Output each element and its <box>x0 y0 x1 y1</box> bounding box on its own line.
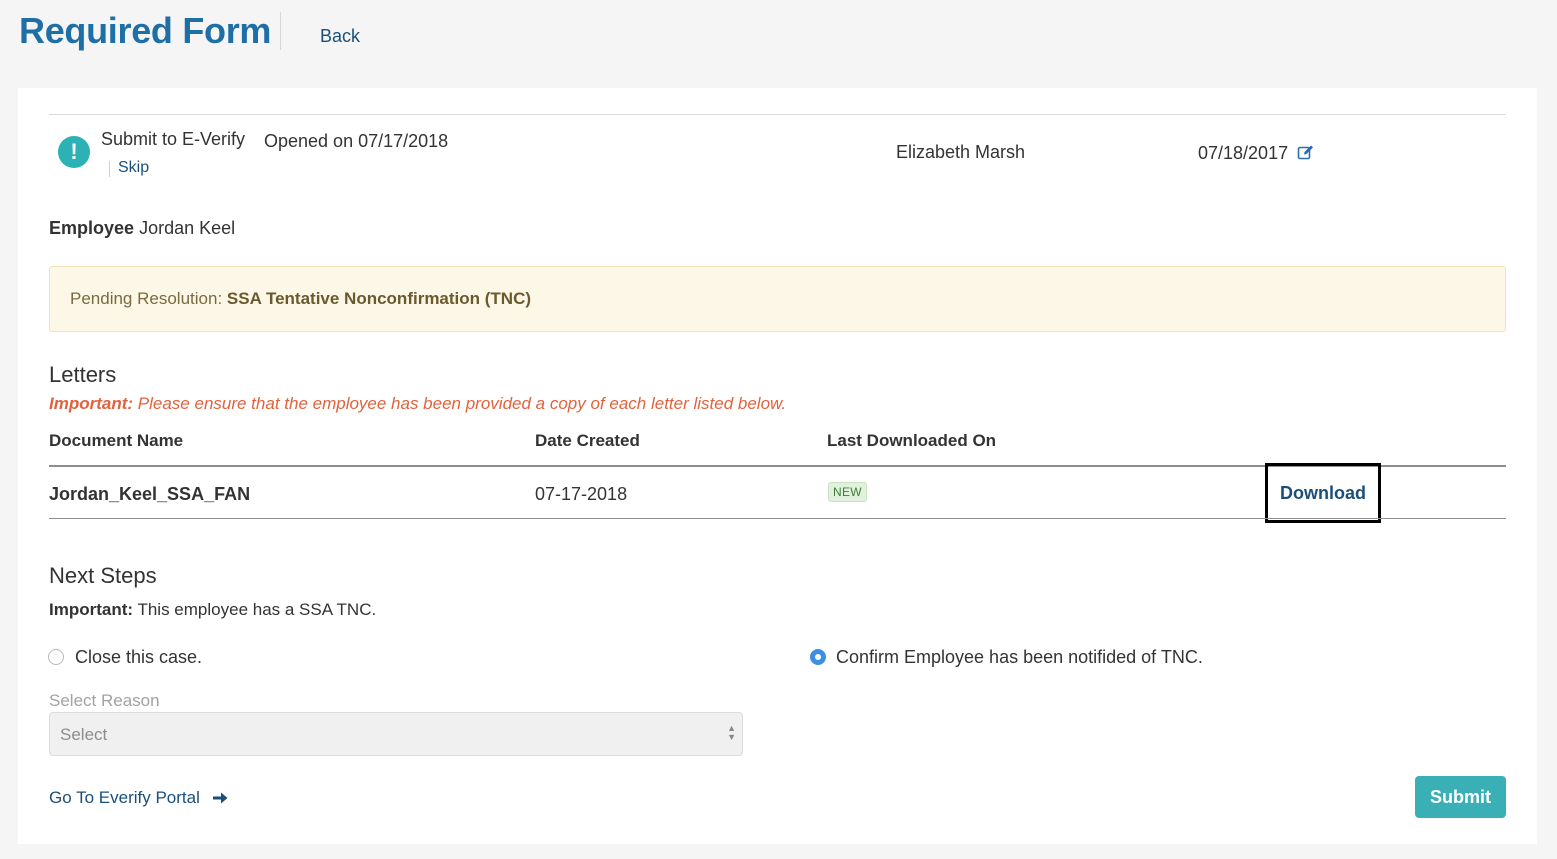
confirm-notified-label[interactable]: Confirm Employee has been notifided of T… <box>836 647 1203 668</box>
document-name-cell: Jordan_Keel_SSA_FAN <box>49 484 251 504</box>
letters-important-note: Important: Please ensure that the employ… <box>49 394 786 414</box>
edit-icon[interactable] <box>1297 144 1314 161</box>
select-arrows-icon: ▲ ▼ <box>727 723 736 742</box>
title-divider <box>280 12 281 50</box>
exclamation-icon: ! <box>58 136 90 168</box>
divider <box>49 518 1506 519</box>
select-value: Select <box>60 725 108 744</box>
divider <box>49 114 1506 115</box>
divider <box>109 161 110 177</box>
letters-heading: Letters <box>49 362 117 387</box>
important-label: Important: <box>49 600 134 619</box>
new-badge: NEW <box>828 482 867 502</box>
arrow-right-icon[interactable] <box>211 789 229 807</box>
close-case-radio[interactable] <box>48 649 64 665</box>
column-header-last-downloaded: Last Downloaded On <box>827 431 997 450</box>
employee-info: Employee Jordan Keel <box>49 218 235 239</box>
select-reason-dropdown[interactable]: Select ▲ ▼ <box>49 712 743 756</box>
date-created-cell: 07-17-2018 <box>535 484 628 504</box>
due-date: 07/18/2017 <box>1198 143 1289 163</box>
confirm-notified-radio[interactable] <box>810 649 826 665</box>
download-link[interactable]: Download <box>1280 483 1366 504</box>
alert-text: Pending Resolution: SSA Tentative Noncon… <box>70 289 531 309</box>
employee-label: Employee <box>49 218 135 238</box>
employee-name: Jordan Keel <box>139 218 236 238</box>
pending-resolution-alert: Pending Resolution: SSA Tentative Noncon… <box>49 266 1506 332</box>
alert-status: SSA Tentative Nonconfirmation (TNC) <box>226 289 532 308</box>
next-steps-important-note: Important: This employee has a SSA TNC. <box>49 600 376 620</box>
alert-prefix: Pending Resolution: <box>70 289 223 308</box>
task-title: Submit to E-Verify <box>101 129 246 149</box>
assignee-name: Elizabeth Marsh <box>896 142 1026 162</box>
next-steps-heading: Next Steps <box>49 563 157 588</box>
skip-link[interactable]: Skip <box>118 159 149 177</box>
submit-button[interactable]: Submit <box>1415 776 1506 818</box>
important-label: Important: <box>49 394 134 413</box>
back-link[interactable]: Back <box>320 26 360 47</box>
important-text: Please ensure that the employee has been… <box>137 394 787 413</box>
everify-portal-link[interactable]: Go To Everify Portal <box>49 788 200 808</box>
column-header-date-created: Date Created <box>535 431 640 450</box>
form-card: ! Submit to E-Verify Skip Opened on 07/1… <box>18 88 1537 844</box>
column-header-document-name: Document Name <box>49 431 184 450</box>
important-text: This employee has a SSA TNC. <box>137 600 377 619</box>
opened-on-date: Opened on 07/17/2018 <box>264 131 449 151</box>
page-header: Required Form Back <box>0 0 1557 80</box>
close-case-label[interactable]: Close this case. <box>75 647 202 668</box>
page-title: Required Form <box>19 10 272 51</box>
select-reason-label: Select Reason <box>49 691 160 710</box>
